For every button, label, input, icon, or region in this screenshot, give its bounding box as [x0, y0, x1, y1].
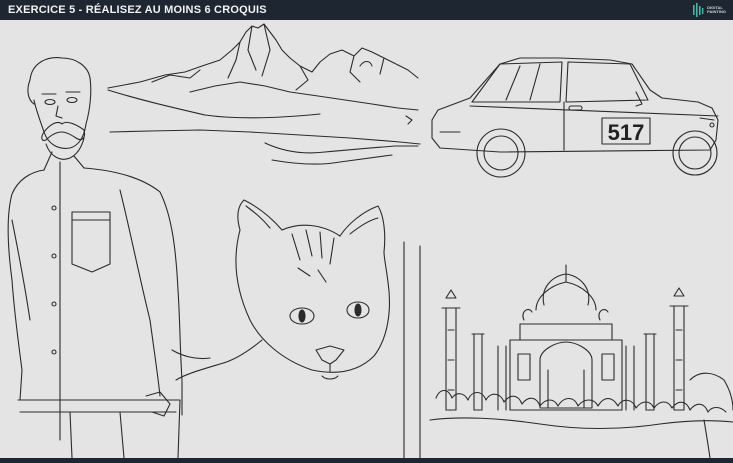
bottom-bar	[0, 458, 733, 463]
bearded-man-sketch	[7, 57, 183, 458]
taj-mahal-sketch	[429, 264, 733, 458]
page-title: EXERCICE 5 - RÉALISEZ AU MOINS 6 CROQUIS	[8, 4, 267, 16]
car-sketch	[431, 57, 719, 178]
logo-wordmark: DIGITAL PAINTING	[707, 6, 726, 14]
brand-logo: DIGITAL PAINTING	[692, 3, 726, 17]
car-race-number: 517	[608, 120, 645, 145]
header-bar: EXERCICE 5 - RÉALISEZ AU MOINS 6 CROQUIS…	[0, 0, 733, 20]
logo-line-2: PAINTING	[707, 9, 726, 14]
cat-sketch	[171, 199, 421, 458]
sketches-svg: 517	[7, 23, 733, 458]
mountain-landscape-sketch	[107, 23, 421, 165]
brush-bars-icon	[693, 3, 704, 17]
sketch-canvas: 517	[0, 20, 733, 458]
